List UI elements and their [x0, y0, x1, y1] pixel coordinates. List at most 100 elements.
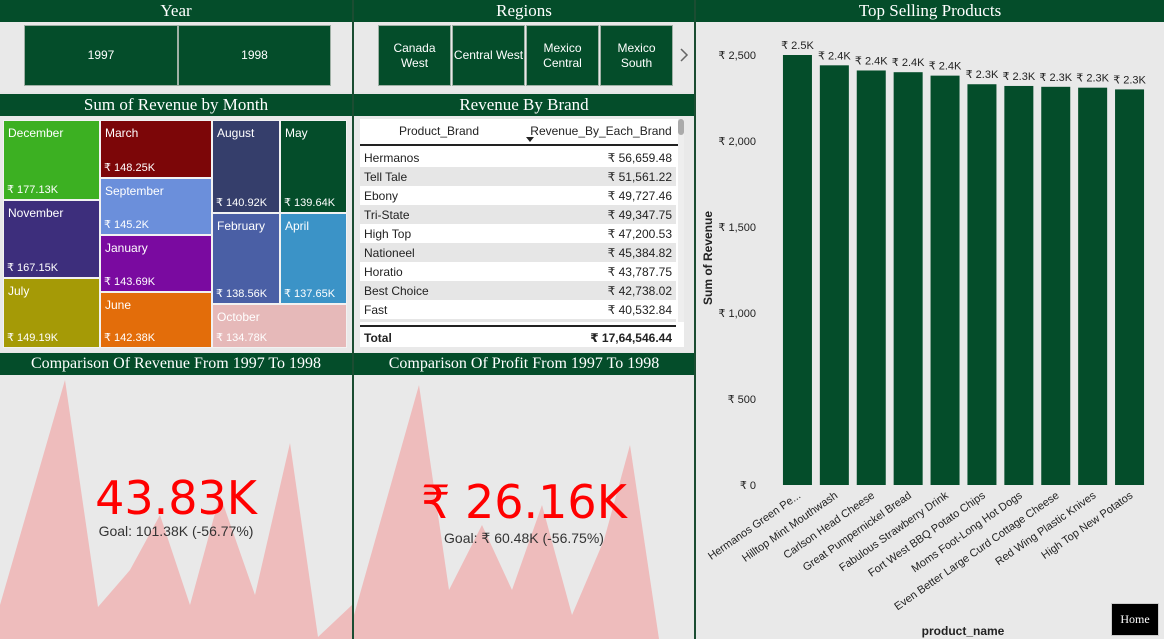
- bar-data-label: ₹ 2.5K: [781, 40, 814, 52]
- treemap-cell-value: ₹ 137.65K: [284, 288, 336, 300]
- treemap-cell-october[interactable]: October ₹ 134.78K: [212, 304, 347, 348]
- profit-kpi-goal: Goal: ₹ 60.48K (-56.75%): [444, 530, 604, 546]
- y-tick-label: ₹ 1,000: [718, 308, 756, 320]
- column-header-product-brand[interactable]: Product_Brand: [360, 119, 518, 144]
- treemap-cell-july[interactable]: July ₹ 149.19K: [3, 278, 100, 348]
- profit-kpi-title: Comparison Of Profit From 1997 To 1998: [354, 353, 694, 375]
- treemap-cell-value: ₹ 139.64K: [284, 197, 336, 209]
- treemap-cell-value: ₹ 148.25K: [104, 162, 156, 174]
- treemap-cell-february[interactable]: February ₹ 138.56K: [212, 213, 280, 304]
- table-row[interactable]: Tell Tale ₹ 51,561.22: [360, 167, 676, 186]
- treemap-cell-label: August: [217, 126, 255, 140]
- treemap-cell-value: ₹ 167.15K: [7, 262, 59, 274]
- bar-9[interactable]: [1115, 89, 1145, 486]
- brand-revenue-cell: ₹ 49,347.75: [518, 205, 676, 224]
- treemap-cell-value: ₹ 145.2K: [104, 219, 149, 231]
- treemap-cell-june[interactable]: June ₹ 142.38K: [100, 292, 212, 348]
- year-1998-button[interactable]: 1998: [178, 25, 331, 86]
- bar-0[interactable]: [782, 55, 812, 485]
- brand-revenue-cell: ₹ 56,659.48: [518, 148, 676, 167]
- treemap-cell-august[interactable]: August ₹ 140.92K: [212, 120, 280, 213]
- bar-8[interactable]: [1078, 87, 1108, 486]
- table-row[interactable]: Ebony ₹ 49,727.46: [360, 186, 676, 205]
- table-row[interactable]: Fast ₹ 40,532.84: [360, 300, 676, 319]
- brand-name-cell: Fort West: [360, 319, 518, 322]
- table-row[interactable]: Tri-State ₹ 49,347.75: [360, 205, 676, 224]
- bar-6[interactable]: [1004, 85, 1034, 486]
- treemap-cell-value: ₹ 142.38K: [104, 332, 156, 344]
- treemap-cell-value: ₹ 177.13K: [7, 184, 59, 196]
- bar-data-label: ₹ 2.4K: [855, 55, 888, 67]
- treemap-revenue-by-month: Sum of Revenue by Month December ₹ 177.13…: [0, 94, 352, 352]
- total-label: Total: [364, 331, 392, 345]
- region-mexico-south-button[interactable]: Mexico South: [600, 25, 673, 86]
- treemap-cell-value: ₹ 138.56K: [216, 288, 268, 300]
- year-slicer: Year 1997 1998: [0, 0, 352, 92]
- treemap-cell-may[interactable]: May ₹ 139.64K: [280, 120, 347, 213]
- bar-data-label: ₹ 2.3K: [1076, 73, 1109, 85]
- column-header-revenue[interactable]: Revenue_By_Each_Brand: [518, 119, 684, 144]
- brand-name-cell: Ebony: [360, 186, 518, 205]
- treemap-cell-september[interactable]: September ₹ 145.2K: [100, 178, 212, 235]
- y-tick-label: ₹ 2,000: [718, 136, 756, 148]
- bar-data-label: ₹ 2.4K: [892, 57, 925, 69]
- column-header-revenue-label: Revenue_By_Each_Brand: [530, 124, 672, 138]
- revenue-kpi-goal: Goal: 101.38K (-56.77%): [98, 523, 254, 539]
- bar-7[interactable]: [1041, 86, 1071, 485]
- regions-slicer-title: Regions: [354, 0, 694, 22]
- brand-revenue-cell: ₹ 45,384.82: [518, 243, 676, 262]
- bar-3[interactable]: [893, 72, 923, 485]
- region-canada-west-button[interactable]: Canada West: [378, 25, 451, 86]
- treemap-cell-march[interactable]: March ₹ 148.25K: [100, 120, 212, 178]
- bar-chart-svg: ₹ 0 ₹ 500 ₹ 1,000 ₹ 1,500 ₹ 2,000 ₹ 2,500 Sum …: [701, 40, 1147, 638]
- treemap-cell-december[interactable]: December ₹ 177.13K: [3, 120, 100, 200]
- treemap-cell-label: July: [8, 284, 30, 298]
- brand-name-cell: Hermanos: [360, 148, 518, 167]
- bar-4[interactable]: [930, 75, 960, 485]
- treemap-cell-april[interactable]: April ₹ 137.65K: [280, 213, 347, 304]
- region-mexico-central-button[interactable]: Mexico Central: [526, 25, 599, 86]
- treemap-cell-november[interactable]: November ₹ 167.15K: [3, 200, 100, 278]
- brand-revenue-cell: ₹ 43,787.75: [518, 262, 676, 281]
- bar-data-label: ₹ 2.4K: [929, 61, 962, 73]
- treemap-cell-label: March: [105, 126, 139, 140]
- bar-data-label: ₹ 2.3K: [1113, 74, 1146, 86]
- y-tick-label: ₹ 2,500: [718, 50, 756, 62]
- table-row[interactable]: Best Choice ₹ 42,738.02: [360, 281, 676, 300]
- treemap-cell-january[interactable]: January ₹ 143.69K: [100, 235, 212, 292]
- profit-kpi-card: Comparison Of Profit From 1997 To 1998 ₹…: [354, 353, 694, 639]
- revenue-kpi-value: 43.83K: [95, 471, 257, 525]
- region-central-west-button[interactable]: Central West: [452, 25, 525, 86]
- brand-table-body: Hermanos ₹ 56,659.48 Tell Tale ₹ 51,561.22 E…: [360, 148, 676, 322]
- treemap-cell-value: ₹ 143.69K: [104, 276, 156, 288]
- home-button[interactable]: Home: [1111, 603, 1159, 636]
- x-axis-label: product_name: [922, 624, 1005, 638]
- bar-2[interactable]: [856, 70, 886, 485]
- treemap-title: Sum of Revenue by Month: [0, 94, 352, 116]
- treemap-cell-value: ₹ 149.19K: [7, 332, 59, 344]
- y-tick-label: ₹ 500: [728, 394, 756, 406]
- brand-name-cell: Tri-State: [360, 205, 518, 224]
- revenue-kpi-card: Comparison Of Revenue From 1997 To 1998 …: [0, 353, 352, 639]
- treemap-cell-label: October: [217, 310, 260, 324]
- table-scrollbar[interactable]: [678, 119, 684, 322]
- brand-table-title: Revenue By Brand: [354, 94, 694, 116]
- table-row[interactable]: Horatio ₹ 43,787.75: [360, 262, 676, 281]
- bar-1[interactable]: [819, 65, 849, 485]
- top-selling-products-chart: Top Selling Products ₹ 0 ₹ 500 ₹ 1,000 ₹ 1,…: [696, 0, 1164, 639]
- year-1997-button[interactable]: 1997: [24, 25, 178, 86]
- treemap-cell-label: September: [105, 184, 164, 198]
- brand-name-cell: High Top: [360, 224, 518, 243]
- chevron-right-icon[interactable]: [678, 47, 690, 63]
- brand-name-cell: Nationeel: [360, 243, 518, 262]
- regions-slicer: Regions Canada West Central West Mexico …: [354, 0, 694, 92]
- profit-kpi-value: ₹ 26.16K: [421, 475, 627, 529]
- bar-data-label: ₹ 2.3K: [1003, 71, 1036, 83]
- table-row[interactable]: Hermanos ₹ 56,659.48: [360, 148, 676, 167]
- table-row[interactable]: Fort West₹ 40,061.02: [360, 319, 676, 322]
- brand-revenue-cell: ₹ 42,738.02: [518, 281, 676, 300]
- bar-5[interactable]: [967, 84, 997, 486]
- brand-name-cell: Best Choice: [360, 281, 518, 300]
- table-row[interactable]: High Top ₹ 47,200.53: [360, 224, 676, 243]
- table-row[interactable]: Nationeel ₹ 45,384.82: [360, 243, 676, 262]
